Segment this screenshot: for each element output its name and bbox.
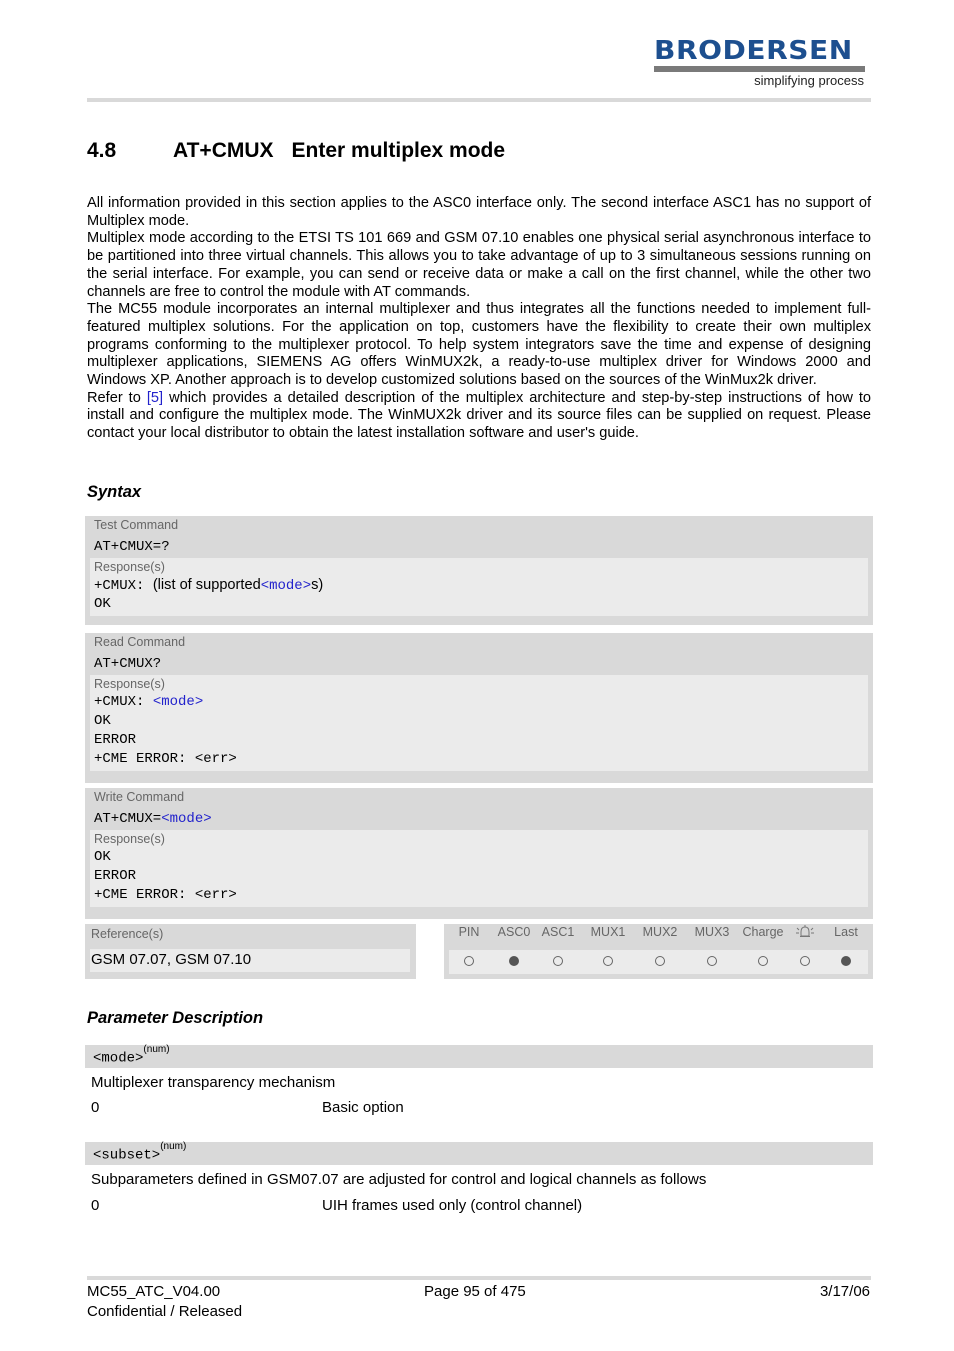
section-number: 4.8 [87, 139, 117, 162]
response-line: +CMUX: (list of supported<mode>s) [90, 576, 868, 595]
write-command-syntax: AT+CMUX=<mode> [85, 806, 873, 830]
reference-link[interactable]: [5] [147, 390, 163, 406]
section-command: AT+CMUX [173, 139, 274, 162]
col-pin: PIN [458, 925, 480, 939]
param-name-text: <mode> [93, 1050, 144, 1067]
availability-row [449, 950, 868, 974]
response-line: ERROR [94, 868, 137, 884]
response-label: Response(s) [94, 560, 165, 574]
section-title-text: Enter multiplex mode [291, 139, 506, 162]
logo-wordmark: BRODERSEN [654, 36, 853, 66]
param-mode-header: <mode>(num) [85, 1044, 873, 1068]
response-line: +CME ERROR: <err> [94, 887, 237, 903]
param-type: (num) [143, 1044, 170, 1055]
footer-status: Confidential / Released [87, 1303, 243, 1320]
intro-paragraph: All information provided in this section… [87, 195, 871, 229]
intro-text-span: which provides a detailed description of… [87, 389, 872, 442]
col-asc1: ASC1 [541, 925, 575, 939]
response-prefix: +CMUX: [94, 578, 153, 594]
mode-param-link[interactable]: <mode> [261, 578, 311, 594]
read-response: Response(s) +CMUX: <mode> OK ERROR +CME … [90, 675, 868, 771]
availability-table: PIN ASC0 ASC1 MUX1 MUX2 MUX3 Charge Last [444, 924, 873, 979]
availability-dot-alarm-icon [800, 956, 810, 966]
command-prefix: AT+CMUX= [94, 811, 162, 827]
mode-param-link[interactable]: <mode> [153, 694, 203, 710]
intro-paragraph: The MC55 module incorporates an internal… [87, 301, 871, 389]
col-asc0: ASC0 [497, 925, 531, 939]
response-line: ERROR [94, 732, 137, 748]
response-line: +CMUX: <mode> [90, 693, 868, 712]
read-command-syntax: AT+CMUX? [94, 656, 162, 672]
response-line: +CME ERROR: <err> [94, 751, 237, 767]
mode-param-link[interactable]: <mode> [161, 811, 211, 827]
intro-paragraph: Refer to [5] which provides a detailed d… [87, 390, 871, 443]
write-command-label: Write Command [94, 790, 185, 804]
col-charge: Charge [742, 925, 784, 939]
response-label: Response(s) [94, 677, 165, 691]
test-command-block: Test Command AT+CMUX=? Response(s) +CMUX… [85, 516, 873, 625]
col-last: Last [834, 925, 858, 939]
read-command-block: Read Command AT+CMUX? Response(s) +CMUX:… [85, 633, 873, 783]
test-command-label: Test Command [94, 518, 179, 532]
section-title: 4.8 AT+CMUX Enter multiplex mode [87, 139, 505, 163]
availability-dot-pin [464, 956, 474, 966]
reference-value: GSM 07.07, GSM 07.10 [90, 949, 410, 972]
footer-doc-id: MC55_ATC_V04.00 [87, 1283, 221, 1300]
footer-date: 3/17/06 [819, 1283, 870, 1300]
availability-dot-mux2 [655, 956, 665, 966]
col-mux1: MUX1 [590, 925, 626, 939]
param-value: 0 [91, 1099, 100, 1116]
param-value-description: UIH frames used only (control channel) [322, 1197, 583, 1214]
response-prefix: +CMUX: [94, 694, 153, 710]
availability-dot-last [841, 956, 851, 966]
footer-divider [87, 1276, 871, 1280]
param-value: 0 [91, 1197, 100, 1214]
param-value-description: Basic option [322, 1099, 404, 1116]
response-line: OK [94, 596, 111, 612]
intro-text: All information provided in this section… [87, 195, 871, 443]
intro-text-span: Refer to [87, 389, 147, 406]
reference-block: Reference(s) GSM 07.07, GSM 07.10 [85, 924, 416, 979]
brodersen-logo: BRODERSEN simplifying process [654, 38, 866, 90]
response-text: (list of supported [152, 577, 261, 593]
availability-dot-asc0 [509, 956, 519, 966]
header-divider [87, 98, 871, 102]
test-response: Response(s) +CMUX: (list of supported<mo… [90, 558, 868, 616]
alarm-clock-icon [796, 924, 814, 943]
logo-bar [654, 66, 865, 72]
col-mux3: MUX3 [694, 925, 730, 939]
param-name: <mode>(num) [93, 1044, 170, 1067]
param-name: <subset>(num) [93, 1141, 186, 1164]
availability-dot-mux1 [603, 956, 613, 966]
response-line: OK [94, 849, 111, 865]
param-description: Subparameters defined in GSM07.07 are ad… [91, 1171, 707, 1188]
read-command-label: Read Command [94, 635, 186, 649]
response-line: OK [94, 713, 111, 729]
response-label: Response(s) [94, 832, 165, 846]
test-command-syntax: AT+CMUX=? [94, 539, 170, 555]
availability-header: PIN ASC0 ASC1 MUX1 MUX2 MUX3 Charge Last [444, 924, 873, 944]
parameter-description-heading: Parameter Description [87, 1009, 264, 1027]
write-response: Response(s) OK ERROR +CME ERROR: <err> [90, 830, 868, 907]
availability-dot-asc1 [553, 956, 563, 966]
col-mux2: MUX2 [642, 925, 678, 939]
footer-page-number: Page 95 of 475 [424, 1283, 526, 1300]
param-subset-header: <subset>(num) [85, 1141, 873, 1165]
reference-label: Reference(s) [91, 927, 164, 941]
logo-tagline: simplifying process [754, 73, 864, 88]
response-text: s) [311, 577, 324, 593]
param-name-text: <subset> [93, 1147, 161, 1164]
availability-dot-charge [758, 956, 768, 966]
param-description: Multiplexer transparency mechanism [91, 1074, 336, 1091]
syntax-heading: Syntax [87, 483, 142, 501]
write-command-block: Write Command AT+CMUX=<mode> Response(s)… [85, 788, 873, 919]
intro-paragraph: Multiplex mode according to the ETSI TS … [87, 230, 871, 300]
availability-dot-mux3 [707, 956, 717, 966]
param-type: (num) [160, 1141, 187, 1152]
